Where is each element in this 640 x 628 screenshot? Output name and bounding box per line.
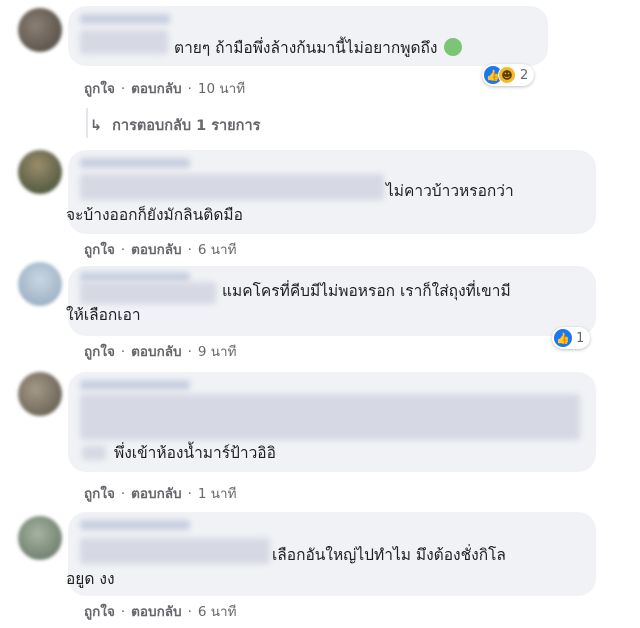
author-name-blurred [80,30,168,54]
reply-button[interactable]: ตอบกลับ [131,77,181,99]
separator: · [120,344,126,360]
like-button[interactable]: ถูกใจ [84,340,115,362]
comment-actions: ถูกใจ · ตอบกลับ · 6 นาที [84,600,237,622]
avatar[interactable] [18,150,62,194]
avatar[interactable] [18,372,62,416]
comment-text: ให้เลือกเอา [66,306,141,324]
author-name-blurred [82,446,106,460]
separator: · [187,344,192,360]
separator: · [120,81,126,97]
comment-text: แมคโครที่คีบมีไม่พอหรอก เราก็ใส่ถุงที่เข… [222,282,511,300]
separator: · [187,242,192,258]
reaction-count: 2 [520,67,529,83]
like-button[interactable]: ถูกใจ [84,600,115,622]
separator: · [120,604,126,620]
reply-thread-line [86,108,88,138]
comment-text: อยูด งง [66,570,115,588]
comment-actions: ถูกใจ · ตอบกลับ · 1 นาที [84,482,237,504]
view-replies-link[interactable]: ↳ การตอบกลับ 1 รายการ [90,114,260,137]
comment-text: พึ่งเข้าห้องน้ำมาร์ป้าวอิอิ [114,444,276,462]
reply-button[interactable]: ตอบกลับ [131,238,181,260]
like-button[interactable]: ถูกใจ [84,77,115,99]
reply-arrow-icon: ↳ [90,118,103,134]
separator: · [120,486,126,502]
reply-button[interactable]: ตอบกลับ [131,340,181,362]
haha-icon: ☻ [498,66,516,84]
author-name-blurred [80,174,384,200]
author-name-blurred [80,14,170,24]
comment-timestamp[interactable]: 6 นาที [198,238,237,260]
comment-text: จะบ้างออกก็ยังมักลินติดมือ [66,206,243,224]
comment-timestamp[interactable]: 6 นาที [198,600,237,622]
like-icon: 👍 [554,329,572,347]
comment-actions: ถูกใจ · ตอบกลับ · 9 นาที [84,340,237,362]
comment-timestamp[interactable]: 1 นาที [198,482,237,504]
avatar[interactable] [18,516,62,560]
separator: · [120,242,126,258]
reaction-count: 1 [576,330,585,346]
author-name-blurred [80,158,190,168]
like-button[interactable]: ถูกใจ [84,482,115,504]
author-name-blurred [80,282,216,304]
author-name-blurred [80,394,580,440]
comment-text: ไม่คาวบ้าวหรอกว่า [386,182,514,200]
comment-text: ตายๆ ถ้ามือพึ่งล้างก้นมานี้ไม่อยากพูดถึง [174,37,462,59]
sick-face-emoji-icon [443,38,462,56]
like-button[interactable]: ถูกใจ [84,238,115,260]
author-name-blurred [80,380,190,390]
author-name-blurred [80,520,190,530]
separator: · [187,604,192,620]
comment-text: เลือกอันใหญ่ไปทำไม มึงต้องชั่งกิโล [272,546,506,564]
comment-timestamp[interactable]: 9 นาที [198,340,237,362]
separator: · [187,486,192,502]
reply-button[interactable]: ตอบกลับ [131,600,181,622]
reaction-summary[interactable]: 👍 ☻ 2 [482,64,535,86]
comment-actions: ถูกใจ · ตอบกลับ · 6 นาที [84,238,237,260]
avatar[interactable] [18,262,62,306]
avatar[interactable] [18,8,62,52]
separator: · [187,81,192,97]
reaction-summary[interactable]: 👍 1 [552,327,591,349]
author-name-blurred [80,538,270,564]
comment-actions: ถูกใจ · ตอบกลับ · 10 นาที [84,77,245,99]
comment-timestamp[interactable]: 10 นาที [198,77,245,99]
reply-button[interactable]: ตอบกลับ [131,482,181,504]
author-name-blurred [80,272,190,282]
